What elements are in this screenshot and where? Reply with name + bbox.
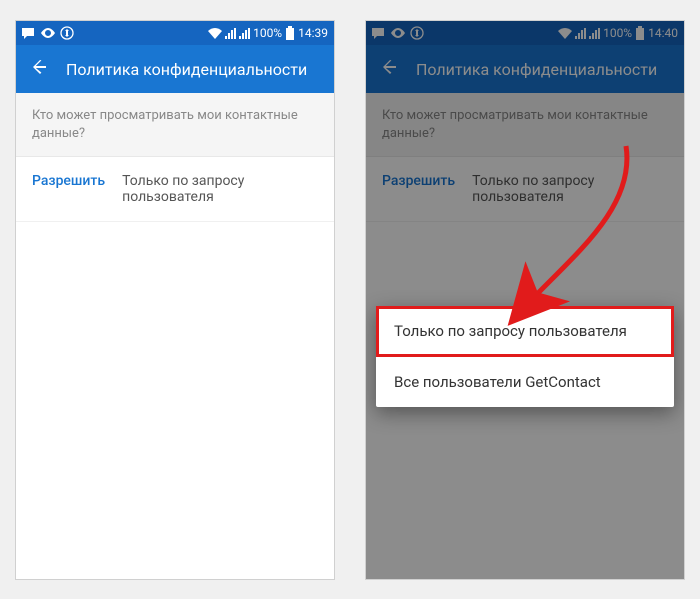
app-bar: Политика конфиденциальности	[16, 45, 334, 93]
sync-icon	[60, 26, 74, 40]
message-icon	[22, 27, 36, 39]
signal-icon	[225, 28, 236, 39]
wifi-icon	[208, 28, 222, 39]
dialog-option-by-request[interactable]: Только по запросу пользователя	[376, 306, 674, 357]
phone-screenshot-right: 100% 14:40 Политика конфиденциальности К…	[365, 20, 685, 580]
signal-icon-2	[239, 28, 250, 39]
phone-screenshot-left: 100% 14:39 Политика конфиденциальности К…	[15, 20, 335, 580]
privacy-permission-row[interactable]: Разрешить Только по запросу пользователя	[16, 157, 334, 222]
permission-dialog: Только по запросу пользователя Все польз…	[376, 306, 674, 407]
dialog-option-all-users[interactable]: Все пользователи GetContact	[376, 357, 674, 407]
setting-label: Разрешить	[32, 173, 122, 205]
clock: 14:39	[298, 26, 328, 40]
battery-percent: 100%	[253, 26, 282, 40]
status-bar: 100% 14:39	[16, 21, 334, 45]
battery-icon	[285, 26, 295, 40]
setting-value: Только по запросу пользователя	[122, 173, 318, 205]
back-arrow-icon[interactable]	[28, 57, 48, 82]
eye-icon	[40, 28, 56, 38]
app-bar-title: Политика конфиденциальности	[66, 60, 307, 79]
modal-scrim[interactable]	[366, 21, 684, 579]
section-header: Кто может просматривать мои контактные д…	[16, 93, 334, 157]
